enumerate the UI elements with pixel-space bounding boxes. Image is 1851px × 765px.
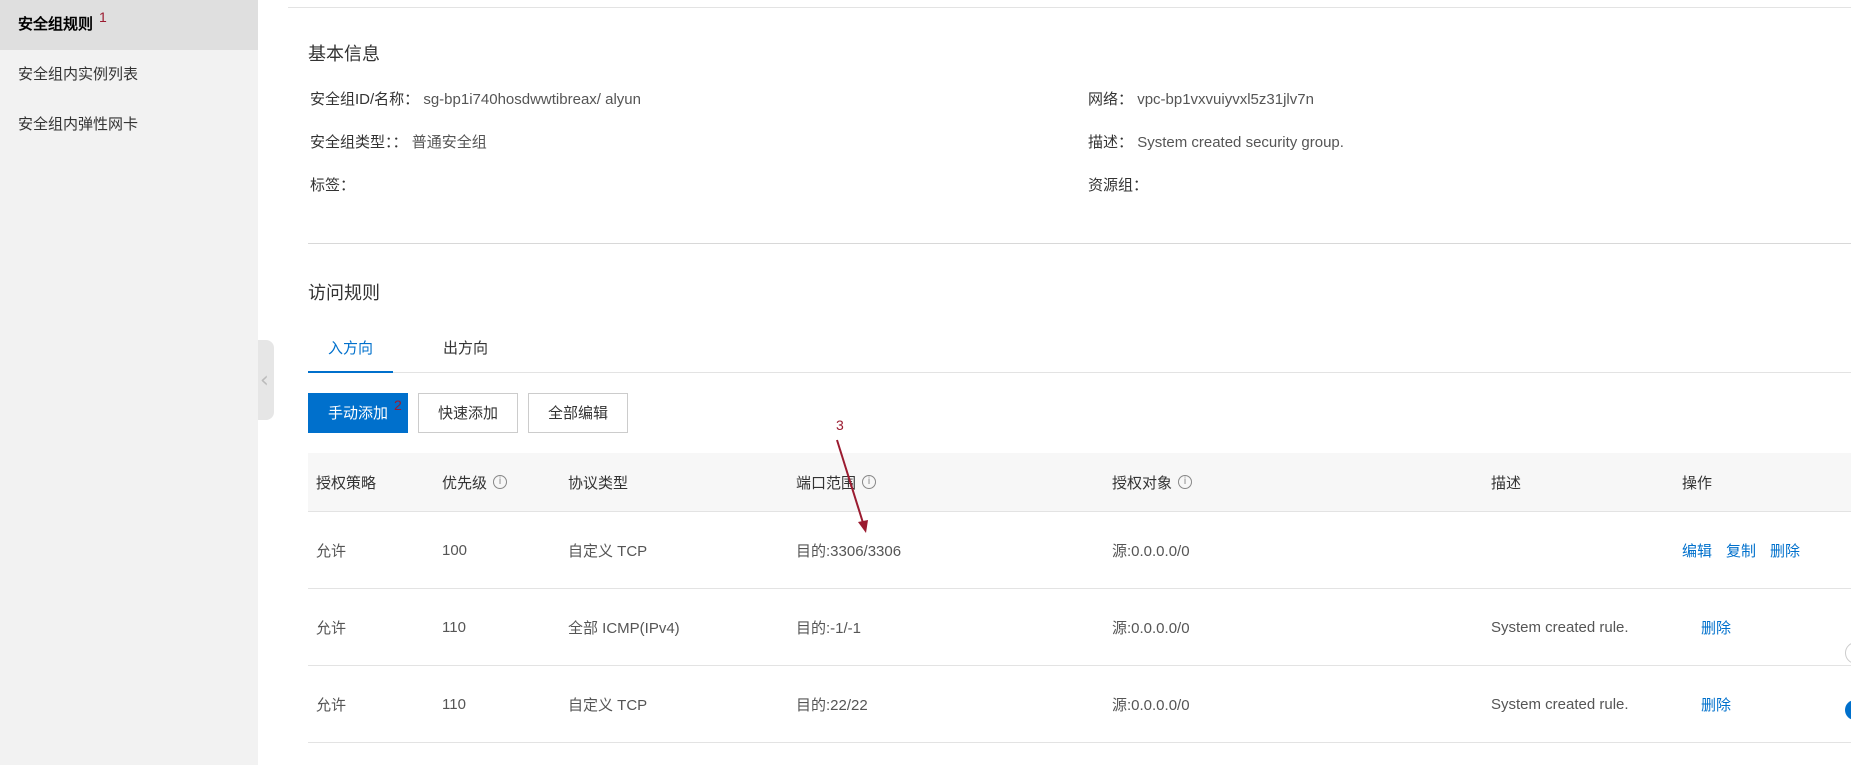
annotation-badge-2: 2 <box>394 397 402 413</box>
access-rules-title: 访问规则 <box>308 283 380 303</box>
column-header-priority: 优先级 i <box>442 453 508 511</box>
tab-outbound[interactable]: 出方向 <box>423 330 508 371</box>
edit-all-button[interactable]: 全部编辑 <box>528 393 628 433</box>
annotation-badge-3: 3 <box>836 417 844 433</box>
cell-actions: 删除 <box>1701 666 1745 742</box>
delete-link[interactable]: 删除 <box>1701 694 1731 715</box>
cell-auth-object: 源:0.0.0.0/0 <box>1112 619 1190 637</box>
column-header-protocol: 协议类型 <box>568 474 629 492</box>
sidebar-item-eni[interactable]: 安全组内弹性网卡 <box>0 100 258 150</box>
resource-group-label: 资源组： <box>1088 177 1149 194</box>
column-header-port-range: 端口范围 i <box>796 453 877 511</box>
description-value: System created security group. <box>1137 134 1344 151</box>
column-header-actions: 操作 <box>1682 474 1713 492</box>
info-icon[interactable]: i <box>862 475 877 489</box>
table-header: 授权策略 优先级 i 协议类型 端口范围 i 授权对象 i 描述 操作 <box>308 453 1851 512</box>
cell-priority: 110 <box>442 618 466 636</box>
top-divider <box>288 7 1851 8</box>
sidebar-collapse-button[interactable]: ‹ <box>258 340 274 420</box>
cell-protocol: 全部 ICMP(IPv4) <box>568 619 680 637</box>
description-label: 描述： <box>1088 134 1134 151</box>
security-group-id-label: 安全组ID/名称： <box>310 91 420 108</box>
edit-link[interactable]: 编辑 <box>1682 540 1712 561</box>
cell-policy: 允许 <box>316 542 347 560</box>
sidebar: 安全组规则 1 安全组内实例列表 安全组内弹性网卡 <box>0 0 258 765</box>
cell-protocol: 自定义 TCP <box>568 696 648 714</box>
sidebar-item-security-group-rules[interactable]: 安全组规则 1 <box>0 0 258 50</box>
sidebar-item-label: 安全组内实例列表 <box>18 66 139 83</box>
column-header-policy: 授权策略 <box>316 474 377 492</box>
cell-actions: 编辑 复制 删除 <box>1682 512 1814 588</box>
sidebar-item-instance-list[interactable]: 安全组内实例列表 <box>0 50 258 100</box>
chevron-left-icon: ‹ <box>260 368 269 393</box>
table-row: 允许 100 自定义 TCP 目的:3306/3306 源:0.0.0.0/0 … <box>308 512 1851 589</box>
main-content: 基本信息 安全组ID/名称： sg-bp1i740hosdwwtibreax/ … <box>288 0 1851 765</box>
direction-tabs: 入方向 出方向 <box>308 330 1851 373</box>
security-group-id-field: 安全组ID/名称： sg-bp1i740hosdwwtibreax/ alyun <box>310 88 641 109</box>
cell-description: System created rule. <box>1491 695 1629 713</box>
tab-inbound[interactable]: 入方向 <box>308 330 393 373</box>
table-row: 允许 110 自定义 TCP 目的:22/22 源:0.0.0.0/0 Syst… <box>308 666 1851 743</box>
security-group-type-value: 普通安全组 <box>411 134 487 151</box>
cell-policy: 允许 <box>316 696 347 714</box>
cell-actions: 删除 <box>1701 589 1745 665</box>
sidebar-item-label: 安全组规则 <box>18 16 94 33</box>
security-group-type-label: 安全组类型：： <box>310 134 408 151</box>
cell-priority: 100 <box>442 541 468 559</box>
security-group-id-value: sg-bp1i740hosdwwtibreax/ alyun <box>423 91 641 108</box>
column-header-description: 描述 <box>1491 474 1522 492</box>
table-row: 允许 110 全部 ICMP(IPv4) 目的:-1/-1 源:0.0.0.0/… <box>308 589 1851 666</box>
cell-port-range: 目的:22/22 <box>796 696 868 714</box>
resource-group-field: 资源组： <box>1088 174 1148 195</box>
manual-add-button[interactable]: 手动添加 <box>308 393 408 433</box>
basic-info-title: 基本信息 <box>308 44 380 64</box>
cell-priority: 110 <box>442 695 466 713</box>
cell-port-range: 目的:3306/3306 <box>796 542 902 560</box>
quick-add-button[interactable]: 快速添加 <box>418 393 518 433</box>
sidebar-item-label: 安全组内弹性网卡 <box>18 116 139 133</box>
cell-protocol: 自定义 TCP <box>568 542 648 560</box>
network-label: 网络： <box>1088 91 1134 108</box>
section-divider <box>308 243 1851 244</box>
network-value: vpc-bp1vxvuiyvxl5z31jlv7n <box>1137 91 1314 108</box>
delete-link[interactable]: 删除 <box>1770 540 1800 561</box>
manual-add-label: 手动添加 <box>327 405 388 422</box>
info-icon[interactable]: i <box>1178 475 1193 489</box>
rules-table: 授权策略 优先级 i 协议类型 端口范围 i 授权对象 i 描述 操作 允许 100 … <box>308 453 1851 743</box>
delete-link[interactable]: 删除 <box>1701 617 1731 638</box>
security-group-type-field: 安全组类型：： 普通安全组 <box>310 131 487 152</box>
cell-policy: 允许 <box>316 619 347 637</box>
info-icon[interactable]: i <box>493 475 508 489</box>
cell-auth-object: 源:0.0.0.0/0 <box>1112 542 1190 560</box>
cell-description: System created rule. <box>1491 618 1629 636</box>
cell-auth-object: 源:0.0.0.0/0 <box>1112 696 1190 714</box>
description-field: 描述： System created security group. <box>1088 131 1344 152</box>
column-header-auth-object: 授权对象 i <box>1112 453 1193 511</box>
copy-link[interactable]: 复制 <box>1726 540 1756 561</box>
cell-port-range: 目的:-1/-1 <box>796 619 862 637</box>
annotation-badge-1: 1 <box>99 9 107 25</box>
tag-field: 标签： <box>310 174 355 195</box>
network-field: 网络： vpc-bp1vxvuiyvxl5z31jlv7n <box>1088 88 1314 109</box>
tag-label: 标签： <box>310 177 356 194</box>
